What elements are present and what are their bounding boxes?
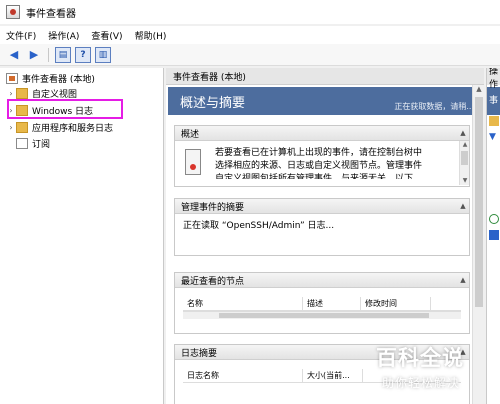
- title-bar: 事件查看器: [0, 0, 500, 24]
- column-header-size[interactable]: 大小(当前...: [303, 369, 363, 382]
- menu-bar: 文件(F) 操作(A) 查看(V) 帮助(H): [0, 26, 500, 44]
- column-header-description[interactable]: 描述: [303, 297, 361, 310]
- collapse-icon[interactable]: ▲: [457, 276, 469, 284]
- section-body: 名称 描述 修改时间: [175, 288, 469, 319]
- section-header[interactable]: 概述 ▲: [175, 126, 469, 141]
- tree-item-app-service-logs[interactable]: › 应用程序和服务日志: [6, 120, 113, 135]
- overview-title: 概述与摘要: [180, 96, 246, 111]
- tree-item-subscriptions[interactable]: 订阅: [16, 136, 50, 151]
- menu-file[interactable]: 文件(F): [6, 29, 36, 42]
- tree-item-root[interactable]: 事件查看器 (本地): [6, 71, 95, 86]
- scroll-up-icon[interactable]: ▲: [460, 141, 470, 149]
- section-title: 日志摘要: [181, 348, 218, 359]
- actions-section-bar[interactable]: 事: [487, 87, 500, 115]
- chevron-right-icon[interactable]: ›: [6, 123, 16, 132]
- overview-banner: 概述与摘要 正在获取数据，请稍...: [168, 87, 482, 115]
- watermark-text: 百科全说: [376, 346, 464, 370]
- column-header-modified[interactable]: 修改时间: [361, 297, 431, 310]
- recent-nodes-section: 最近查看的节点 ▲ 名称 描述 修改时间: [174, 272, 470, 334]
- section-body: 若要查看已在计算机上出现的事件，请在控制台树中 选择相应的来源、日志或自定义视图…: [175, 141, 469, 185]
- help-icon[interactable]: [489, 230, 499, 240]
- loading-status: 正在获取数据，请稍...: [394, 102, 474, 111]
- menu-action[interactable]: 操作(A): [48, 29, 79, 42]
- horizontal-scrollbar[interactable]: [183, 311, 461, 319]
- scroll-down-icon[interactable]: ▼: [460, 177, 470, 185]
- column-header-log-name[interactable]: 日志名称: [183, 369, 303, 382]
- window-title: 事件查看器: [26, 8, 76, 20]
- help-icon[interactable]: ?: [75, 46, 91, 63]
- section-body: 正在读取 “OpenSSH/Admin” 日志...: [175, 214, 469, 239]
- menu-help[interactable]: 帮助(H): [135, 29, 167, 42]
- tree-item-label: 事件查看器 (本地): [22, 75, 95, 85]
- open-log-icon[interactable]: [489, 116, 499, 126]
- actions-header: 操作: [487, 68, 500, 90]
- column-header-name[interactable]: 名称: [183, 297, 303, 310]
- overview-text-line: 自定义视图包括所有管理事件，与来源无关。以下: [215, 174, 414, 179]
- annotation-highlight-box: [7, 99, 123, 119]
- section-scrollbar[interactable]: ▲ ▼: [459, 141, 469, 185]
- menu-view[interactable]: 查看(V): [91, 29, 122, 42]
- table-header: 名称 描述 修改时间: [183, 297, 461, 311]
- event-log-icon: [185, 149, 201, 175]
- scroll-up-icon[interactable]: ▲: [473, 85, 485, 95]
- admin-summary-status: 正在读取 “OpenSSH/Admin” 日志...: [183, 221, 335, 231]
- section-header[interactable]: 最近查看的节点 ▲: [175, 273, 469, 288]
- tree-item-label: 订阅: [32, 140, 51, 150]
- folder-icon: [16, 122, 28, 133]
- admin-events-summary-section: 管理事件的摘要 ▲ 正在读取 “OpenSSH/Admin” 日志...: [174, 198, 470, 256]
- section-title: 管理事件的摘要: [181, 202, 245, 213]
- forward-arrow-icon[interactable]: ▶: [26, 47, 42, 63]
- tree-item-label: 应用程序和服务日志: [32, 124, 114, 134]
- section-title: 概述: [181, 129, 200, 140]
- toolbar-divider: [48, 47, 49, 62]
- section-header[interactable]: 管理事件的摘要 ▲: [175, 199, 469, 214]
- pane-header: 事件查看器 (本地): [166, 68, 484, 85]
- chevron-right-icon[interactable]: ›: [6, 89, 16, 98]
- collapse-icon[interactable]: ▲: [457, 202, 469, 210]
- toolbar: ◀ ▶ ▤ ? ▥: [0, 44, 500, 66]
- collapse-icon[interactable]: ▲: [457, 129, 469, 137]
- section-title: 最近查看的节点: [181, 276, 245, 287]
- refresh-icon[interactable]: [489, 214, 499, 224]
- event-viewer-app-icon: [6, 5, 20, 19]
- event-viewer-icon: [6, 73, 18, 84]
- scroll-thumb[interactable]: [219, 313, 429, 318]
- overview-section: 概述 ▲ 若要查看已在计算机上出现的事件，请在控制台树中 选择相应的来源、日志或…: [174, 125, 470, 187]
- scroll-thumb[interactable]: [475, 97, 483, 307]
- watermark: 百科全说 助你轻松解决: [368, 340, 500, 404]
- overview-text-line: 若要查看已在计算机上出现的事件，请在控制台树中: [215, 148, 423, 158]
- overview-text-line: 选择相应的来源、日志或自定义视图节点。管理事件: [215, 161, 423, 171]
- watermark-subtext: 助你轻松解决: [382, 376, 461, 390]
- subscriptions-icon: [16, 138, 28, 149]
- back-arrow-icon[interactable]: ◀: [6, 47, 22, 63]
- filter-icon[interactable]: ▼: [489, 132, 499, 142]
- folder-icon: [16, 88, 28, 99]
- scroll-thumb[interactable]: [461, 151, 468, 165]
- action-pane-icon[interactable]: ▥: [95, 46, 111, 63]
- show-hide-console-tree-icon[interactable]: ▤: [55, 46, 71, 63]
